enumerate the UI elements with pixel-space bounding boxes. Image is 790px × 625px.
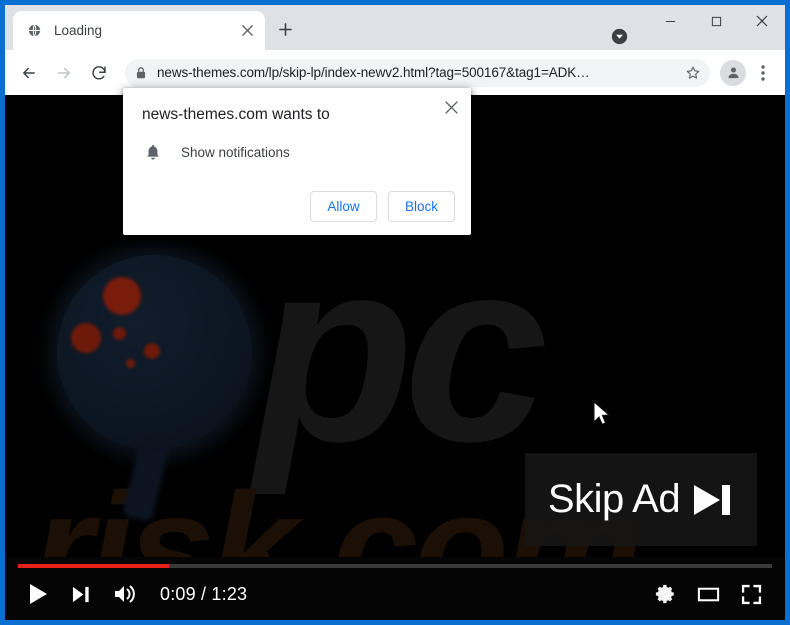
toolbar-right-actions	[712, 58, 776, 88]
skip-forward-icon	[692, 482, 734, 518]
planet-spot	[113, 327, 126, 340]
next-track-icon[interactable]	[60, 573, 103, 616]
block-button[interactable]: Block	[387, 191, 455, 222]
permission-request-label: Show notifications	[181, 144, 290, 160]
three-dots-icon[interactable]	[750, 58, 776, 88]
star-icon[interactable]	[680, 60, 706, 86]
dialog-title: news-themes.com wants to	[142, 106, 330, 123]
forward-arrow-icon[interactable]	[49, 58, 79, 88]
back-arrow-icon[interactable]	[14, 58, 44, 88]
bell-icon	[142, 141, 164, 163]
browser-window-inner: Loading news-themes.com/lp/skip-lp/index…	[5, 5, 785, 620]
tab-strip: Loading	[5, 5, 785, 50]
tab-close-icon[interactable]	[238, 21, 257, 40]
window-controls	[647, 5, 785, 37]
lock-icon[interactable]	[129, 61, 153, 85]
globe-icon	[26, 22, 43, 39]
progress-bar-track[interactable]	[18, 564, 772, 568]
play-icon[interactable]	[17, 573, 60, 616]
skip-ad-label: Skip Ad	[547, 477, 681, 521]
planet-spot	[144, 343, 160, 359]
fullscreen-icon[interactable]	[730, 573, 773, 616]
planet-spot	[126, 359, 135, 368]
theater-mode-icon[interactable]	[687, 573, 730, 616]
minimize-button[interactable]	[647, 5, 693, 37]
tab-title: Loading	[54, 23, 103, 38]
progress-bar-fill	[18, 564, 169, 568]
permission-request-row: Show notifications	[139, 141, 455, 163]
reload-icon[interactable]	[84, 58, 114, 88]
browser-tab[interactable]: Loading	[13, 11, 265, 50]
close-button[interactable]	[739, 5, 785, 37]
new-tab-button[interactable]	[272, 16, 298, 42]
avatar[interactable]	[720, 59, 746, 86]
allow-button[interactable]: Allow	[309, 191, 377, 222]
skip-ad-button[interactable]: Skip Ad	[525, 453, 757, 546]
address-bar[interactable]: news-themes.com/lp/skip-lp/index-newv2.h…	[125, 58, 710, 87]
tab-search-icon[interactable]	[608, 25, 630, 47]
video-controls-bar: 0:09 / 1:23	[5, 557, 785, 620]
planet-spot	[71, 323, 101, 353]
time-display: 0:09 / 1:23	[160, 583, 248, 604]
planet-spot	[103, 277, 141, 315]
dialog-actions: Allow Block	[139, 191, 455, 222]
mouse-cursor	[593, 400, 611, 427]
close-icon[interactable]	[439, 95, 463, 119]
controls-row: 0:09 / 1:23	[5, 569, 785, 619]
maximize-button[interactable]	[693, 5, 739, 37]
volume-icon[interactable]	[103, 573, 146, 616]
browser-window: Loading news-themes.com/lp/skip-lp/index…	[0, 0, 790, 625]
planet-graphic	[57, 255, 252, 450]
url-text: news-themes.com/lp/skip-lp/index-newv2.h…	[157, 65, 590, 80]
notification-permission-dialog: news-themes.com wants to Show notificati…	[123, 88, 471, 235]
gear-icon[interactable]	[644, 573, 687, 616]
watermark-primary-text: pc	[255, 206, 548, 496]
